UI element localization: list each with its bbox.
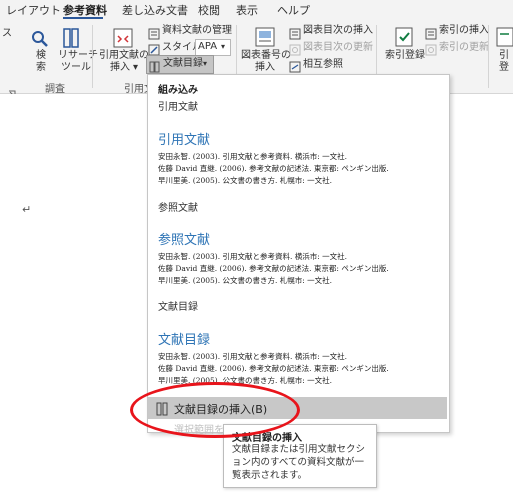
ribbon-tab-bar: レイアウト 参考資料 差し込み文書 校閲 表示 ヘルプ — [0, 0, 513, 20]
manage-sources-button[interactable]: 資料文献の管理 — [162, 25, 232, 37]
tooltip-body: 文献目録または引用文献セクション内のすべての資料文献が一覧表示されます。 — [232, 444, 366, 481]
bibliography-dropdown: 組み込み 引用文献 引用文献 安田永智. (2003). 引用文献と参考資料. … — [147, 74, 450, 436]
tab-layout[interactable]: レイアウト — [6, 2, 61, 18]
cross-reference-button[interactable]: 相互参照 — [303, 59, 343, 71]
insert-caption-label-1[interactable]: 図表番号の — [241, 50, 291, 62]
list-item: 安田永智. (2003). 引用文献と参考資料. 横浜市: 一文社. — [158, 352, 348, 361]
chevron-down-icon[interactable]: ▾ — [133, 62, 138, 74]
tab-mailings[interactable]: 差し込み文書 — [122, 2, 188, 18]
paragraph-mark-icon: ↵ — [22, 203, 32, 216]
tab-references[interactable]: 参考資料 — [63, 2, 107, 18]
gallery-item-references[interactable]: 参照文献 安田永智. (2003). 引用文献と参考資料. 横浜市: 一文社. … — [148, 215, 447, 295]
mark-citation-icon[interactable] — [495, 26, 513, 52]
list-item: 早川里美. (2005). 公文書の書き方. 札幌市: 一文社. — [158, 176, 333, 185]
mark-entry-icon[interactable] — [394, 26, 416, 52]
highlight-annotation-ring — [130, 382, 300, 438]
gallery-item-name[interactable]: 文献目録 — [158, 298, 198, 313]
insert-citation-label-2[interactable]: 挿入 — [110, 62, 130, 74]
mark-entry-button[interactable]: 索引登録 — [385, 50, 425, 62]
mark-citation-label-1[interactable]: 引 — [499, 50, 509, 62]
insert-citation-label-1[interactable]: 引用文献の — [99, 50, 149, 62]
bibliography-button-label: 文献目録 — [163, 58, 203, 69]
list-item: 佐藤 David 直継. (2006). 参考文献の記述法. 東京都: ペンギン… — [158, 164, 389, 173]
tab-help[interactable]: ヘルプ — [277, 2, 310, 18]
gallery-item-works-cited[interactable]: 引用文献 安田永智. (2003). 引用文献と参考資料. 横浜市: 一文社. … — [148, 115, 447, 195]
update-index-button[interactable]: 索引の更新 — [439, 42, 489, 54]
tab-review[interactable]: 校閲 — [198, 2, 220, 18]
list-item: 安田永智. (2003). 引用文献と参考資料. 横浜市: 一文社. — [158, 152, 348, 161]
chevron-down-icon: ▾ — [203, 59, 208, 68]
update-index-icon — [425, 41, 437, 60]
active-tab-indicator — [63, 17, 103, 19]
gallery-item-name[interactable]: 参照文献 — [158, 199, 198, 214]
tab-view[interactable]: 表示 — [236, 2, 258, 18]
bibliography-button[interactable]: 文献目録 ▾ — [146, 55, 214, 74]
insert-index-button[interactable]: 索引の挿入 — [439, 25, 489, 37]
ribbon-cut-label-left: ス — [2, 28, 12, 39]
insert-caption-label-2[interactable]: 挿入 — [255, 62, 275, 74]
ribbon-separator — [92, 25, 93, 88]
insert-table-of-figures-button[interactable]: 図表目次の挿入 — [303, 25, 373, 37]
ribbon-separator — [488, 25, 489, 88]
gallery-item-heading: 参照文献 — [158, 233, 211, 248]
gallery-item-name[interactable]: 引用文献 — [158, 98, 198, 113]
chevron-down-icon: ▾ — [221, 42, 226, 51]
search-icon[interactable] — [31, 30, 49, 52]
list-item: 佐藤 David 直継. (2006). 参考文献の記述法. 東京都: ペンギン… — [158, 364, 389, 373]
list-item: 安田永智. (2003). 引用文献と参考資料. 横浜市: 一文社. — [158, 252, 348, 261]
search-button-label-2[interactable]: 索 — [36, 62, 46, 74]
mark-citation-label-2[interactable]: 登 — [499, 62, 509, 74]
update-table-button[interactable]: 図表目次の更新 — [303, 42, 373, 54]
gallery-item-heading: 引用文献 — [158, 133, 211, 148]
list-item: 佐藤 David 直継. (2006). 参考文献の記述法. 東京都: ペンギン… — [158, 264, 389, 273]
researcher-label-2[interactable]: ツール — [61, 62, 91, 74]
style-select-value: APA — [198, 41, 218, 52]
research-group-label: 調査 — [45, 84, 65, 95]
gallery-item-heading: 文献目録 — [158, 333, 211, 348]
insert-caption-icon[interactable] — [254, 26, 276, 52]
builtin-section-label: 組み込み — [158, 85, 198, 96]
style-select[interactable]: APA ▾ — [195, 39, 231, 56]
list-item: 早川里美. (2005). 公文書の書き方. 札幌市: 一文社. — [158, 276, 333, 285]
search-button-label-1[interactable]: 検 — [36, 50, 46, 62]
